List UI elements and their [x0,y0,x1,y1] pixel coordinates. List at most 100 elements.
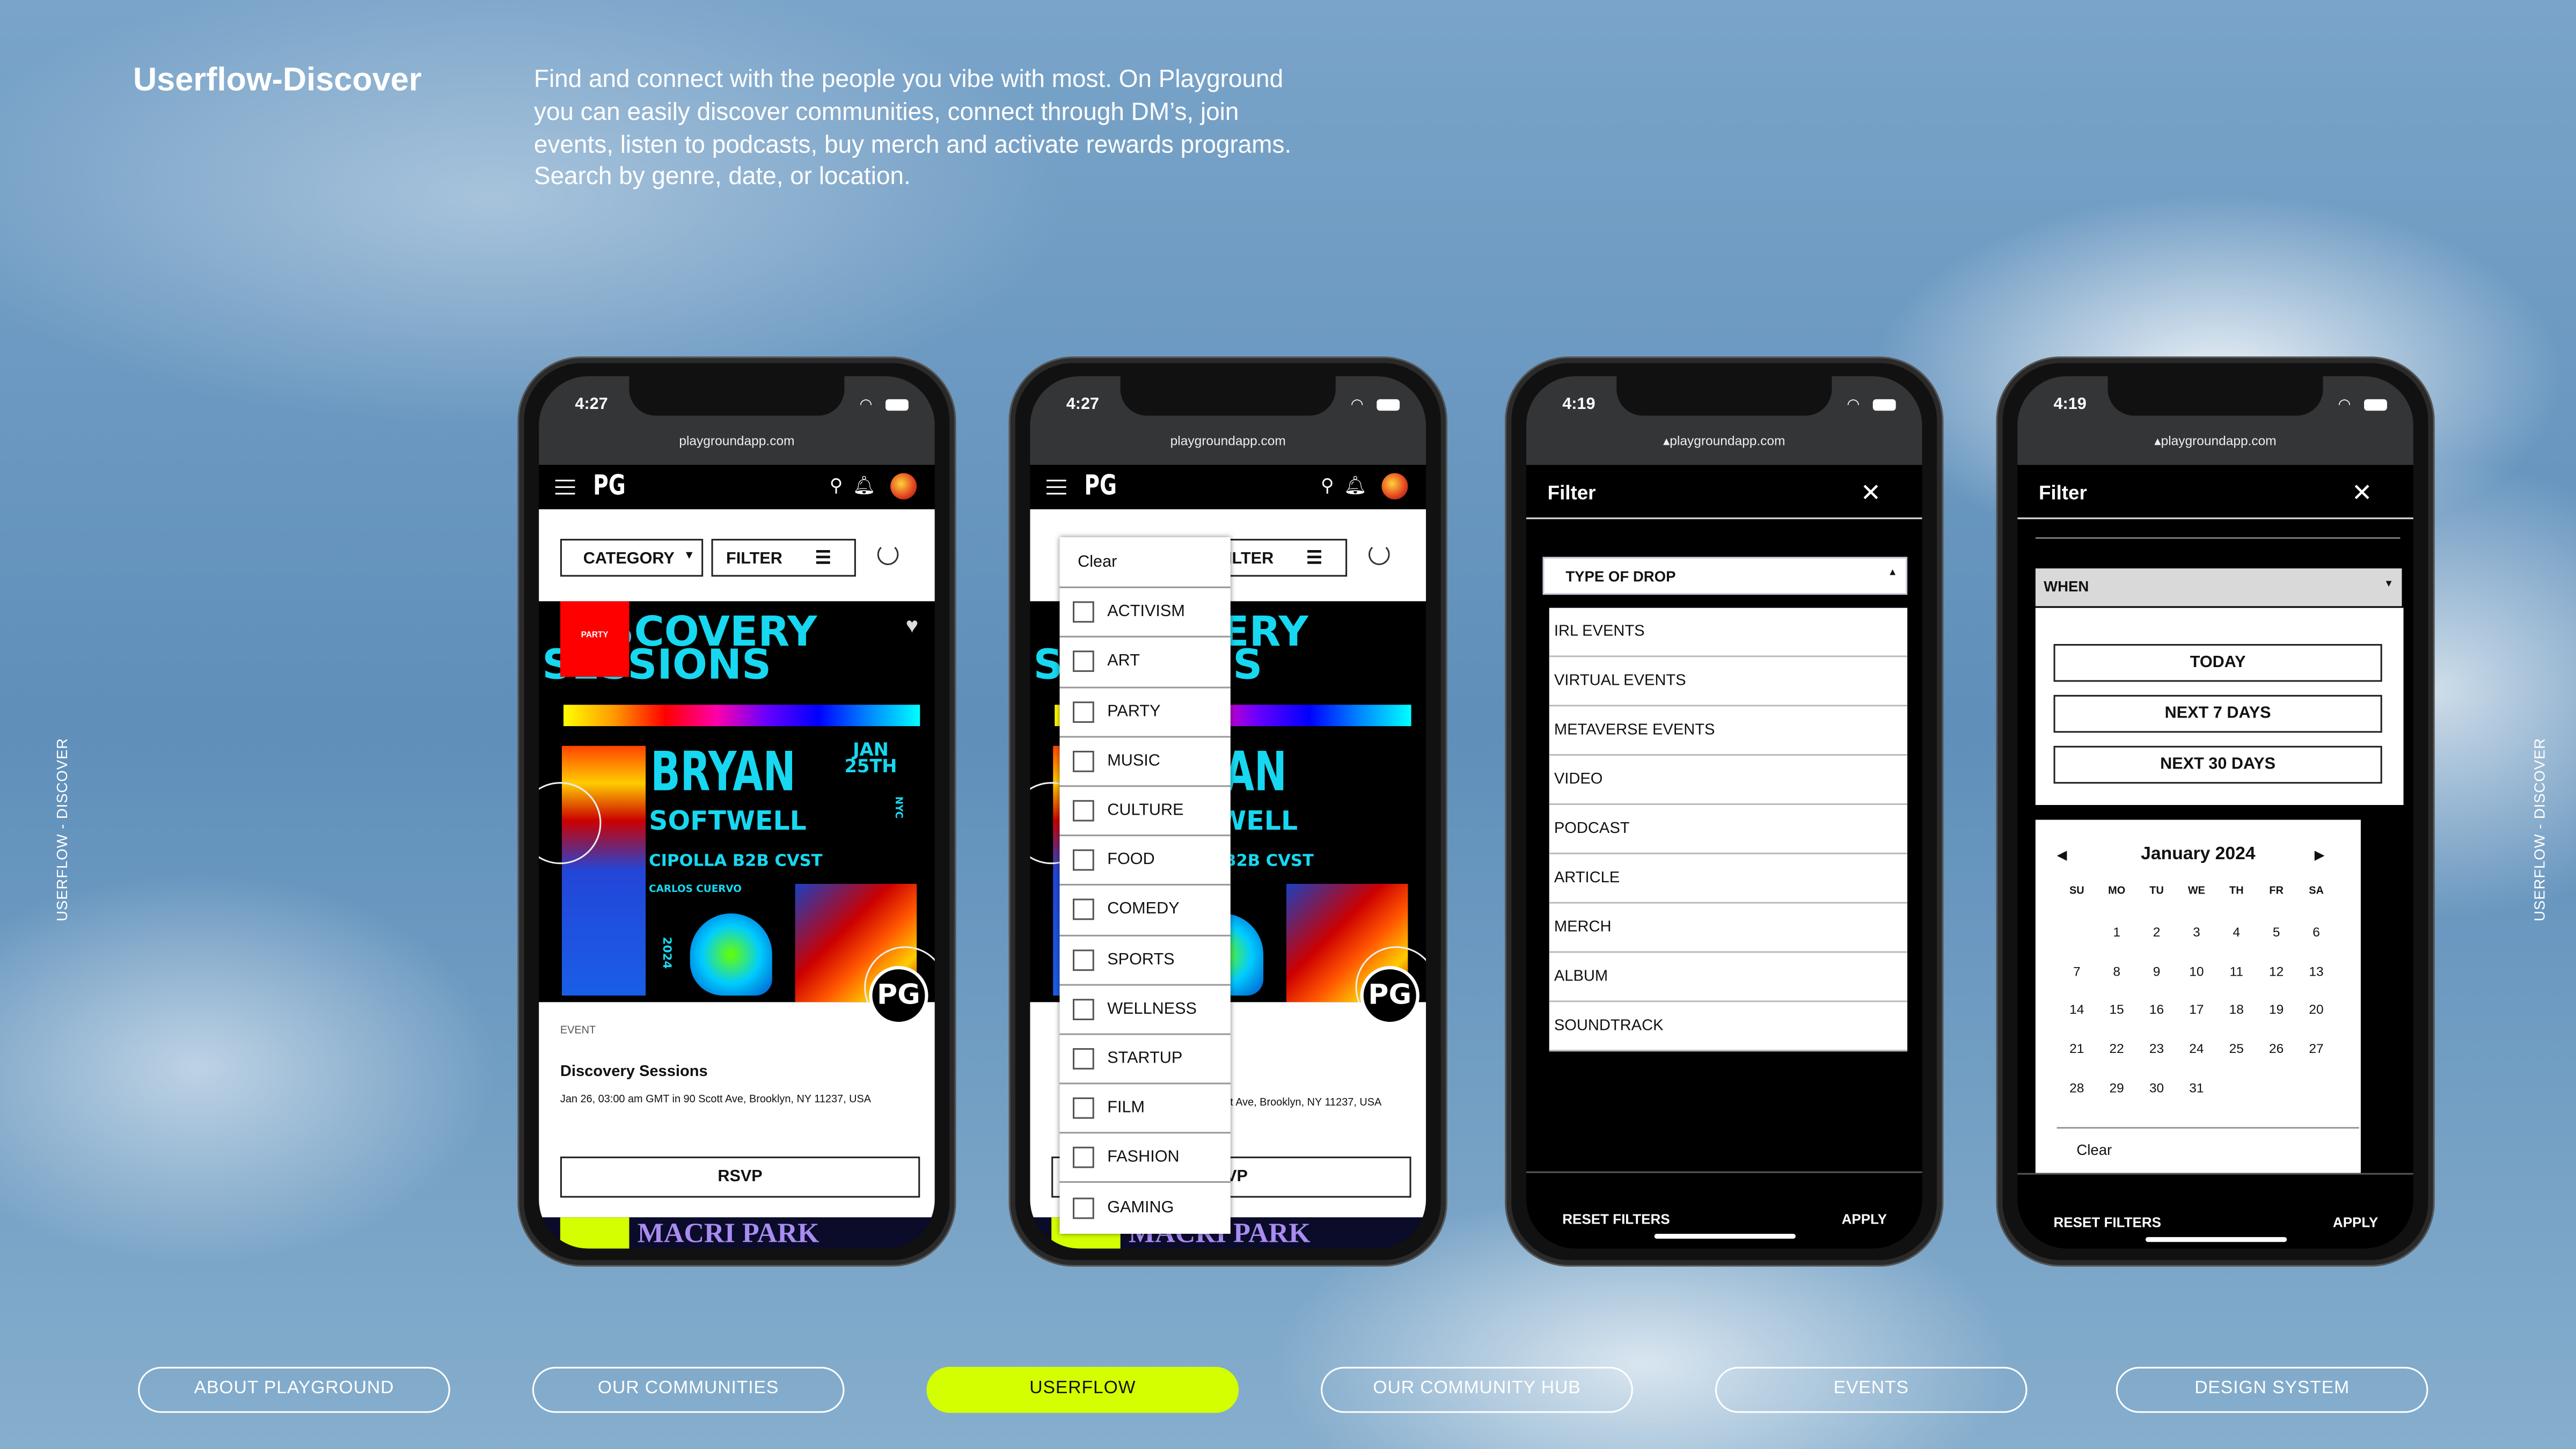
next-month-icon[interactable]: ▶ [2315,848,2325,863]
calendar-day[interactable]: 23 [2136,1042,2176,1081]
calendar-day[interactable]: 1 [2097,925,2136,964]
nav-pill-events[interactable]: EVENTS [1715,1366,2028,1413]
type-option[interactable]: PODCAST [1549,805,1908,854]
address-bar[interactable]: playgroundapp.com [1030,434,1426,449]
filter-button[interactable]: FILTER ☰ [711,539,856,577]
bell-icon[interactable]: 🔔︎ [1344,475,1367,496]
calendar-day[interactable]: 9 [2136,964,2176,1003]
calendar-day[interactable]: 5 [2257,925,2296,964]
checkbox[interactable] [1072,998,1094,1020]
nav-pill-our-community-hub[interactable]: OUR COMMUNITY HUB [1321,1366,1633,1413]
checkbox[interactable] [1072,651,1094,673]
calendar-day[interactable]: 25 [2216,1042,2256,1081]
checkbox[interactable] [1072,1197,1094,1218]
logo[interactable]: PG [593,470,626,503]
checkbox[interactable] [1072,701,1094,722]
calendar-day[interactable]: 12 [2257,964,2296,1003]
address-bar[interactable]: ▴playgroundapp.com [2017,434,2413,449]
apply-button[interactable]: APPLY [2333,1214,2378,1231]
address-bar[interactable]: playgroundapp.com [539,434,935,449]
checkbox[interactable] [1072,750,1094,772]
category-dropdown[interactable]: CATEGORY ▼ [560,539,704,577]
calendar-day[interactable]: 15 [2097,1003,2136,1042]
type-of-drop-select[interactable]: TYPE OF DROP ▲ [1542,557,1908,595]
close-icon[interactable]: ✕ [1861,478,1882,508]
category-option[interactable]: MUSIC [1059,735,1231,785]
calendar-day[interactable]: 11 [2216,964,2256,1003]
avatar[interactable] [1381,473,1408,500]
address-bar[interactable]: ▴playgroundapp.com [1526,434,1922,449]
calendar-day[interactable]: 8 [2097,964,2136,1003]
category-option[interactable]: ACTIVISM [1059,587,1231,636]
type-option[interactable]: MERCH [1549,904,1908,953]
search-icon[interactable]: ⚲ [1321,475,1334,496]
category-option[interactable]: SPORTS [1059,934,1231,983]
calendar-day[interactable]: 31 [2177,1081,2216,1120]
calendar-day[interactable]: 22 [2097,1042,2136,1081]
calendar-day[interactable]: 2 [2136,925,2176,964]
next-event-poster[interactable]: MACRI PARK [539,1217,935,1249]
category-option[interactable]: ART [1059,636,1231,686]
calendar-day[interactable]: 10 [2177,964,2216,1003]
rsvp-button[interactable]: RSVP [560,1157,920,1198]
event-poster[interactable]: SCOVERY SESSIONS PARTY ♥ BRYAN SOFTWELL … [539,601,935,1002]
calendar-day[interactable]: 14 [2057,1003,2097,1042]
type-option[interactable]: SOUNDTRACK [1549,1002,1908,1052]
calendar-day[interactable]: 29 [2097,1081,2136,1120]
logo[interactable]: PG [1084,470,1117,503]
reset-filters-button[interactable]: RESET FILTERS [2054,1214,2162,1231]
event-card[interactable]: EVENT Discovery Sessions Jan 26, 03:00 a… [539,1002,935,1218]
type-option[interactable]: ARTICLE [1549,854,1908,904]
calendar-day[interactable]: 7 [2057,964,2097,1003]
nav-pill-design-system[interactable]: DESIGN SYSTEM [2116,1366,2428,1413]
type-option[interactable]: VIRTUAL EVENTS [1549,657,1908,707]
when-select[interactable]: WHEN ▼ [2035,568,2402,606]
avatar[interactable] [890,473,917,500]
category-option[interactable]: COMEDY [1059,884,1231,934]
apply-button[interactable]: APPLY [1842,1211,1887,1227]
next-7-days-button[interactable]: NEXT 7 DAYS [2053,694,2382,733]
checkbox[interactable] [1072,1147,1094,1169]
calendar-day[interactable]: 19 [2257,1003,2296,1042]
calendar-day[interactable]: 13 [2296,964,2336,1003]
calendar-day[interactable]: 6 [2296,925,2336,964]
heart-icon[interactable]: ♥ [906,613,919,638]
checkbox[interactable] [1072,800,1094,822]
category-option[interactable]: GAMING [1059,1182,1231,1231]
nav-pill-userflow[interactable]: USERFLOW [926,1366,1239,1413]
calendar-clear-button[interactable]: Clear [2076,1142,2112,1159]
clear-button[interactable]: Clear [1059,537,1230,587]
type-option[interactable]: ALBUM [1549,953,1908,1002]
calendar-day[interactable]: 28 [2057,1081,2097,1120]
bell-icon[interactable]: 🔔︎ [853,475,876,496]
category-option[interactable]: WELLNESS [1059,983,1231,1033]
close-icon[interactable]: ✕ [2352,478,2373,508]
checkbox[interactable] [1072,1048,1094,1070]
category-option[interactable]: FASHION [1059,1132,1231,1182]
calendar-day[interactable]: 30 [2136,1081,2176,1120]
checkbox[interactable] [1072,850,1094,872]
calendar-day[interactable]: 27 [2296,1042,2336,1081]
checkbox[interactable] [1072,1097,1094,1119]
menu-icon[interactable] [555,479,575,495]
checkbox[interactable] [1072,899,1094,921]
calendar-day[interactable]: 20 [2296,1003,2336,1042]
category-option[interactable]: STARTUP [1059,1033,1231,1082]
calendar-day[interactable]: 17 [2177,1003,2216,1042]
refresh-icon[interactable] [1368,544,1390,566]
nav-pill-about-playground[interactable]: ABOUT PLAYGROUND [138,1366,450,1413]
calendar-day[interactable]: 18 [2216,1003,2256,1042]
today-button[interactable]: TODAY [2053,643,2382,682]
calendar-day[interactable]: 4 [2216,925,2256,964]
type-option[interactable]: VIDEO [1549,756,1908,805]
checkbox[interactable] [1072,949,1094,970]
category-option[interactable]: PARTY [1059,686,1231,735]
category-option[interactable]: CULTURE [1059,785,1231,835]
nav-pill-our-communities[interactable]: OUR COMMUNITIES [532,1366,845,1413]
checkbox[interactable] [1072,602,1094,624]
calendar-day[interactable]: 3 [2177,925,2216,964]
type-option[interactable]: METAVERSE EVENTS [1549,706,1908,756]
calendar-day[interactable]: 26 [2257,1042,2296,1081]
search-icon[interactable]: ⚲ [830,475,843,496]
category-option[interactable]: FILM [1059,1082,1231,1132]
